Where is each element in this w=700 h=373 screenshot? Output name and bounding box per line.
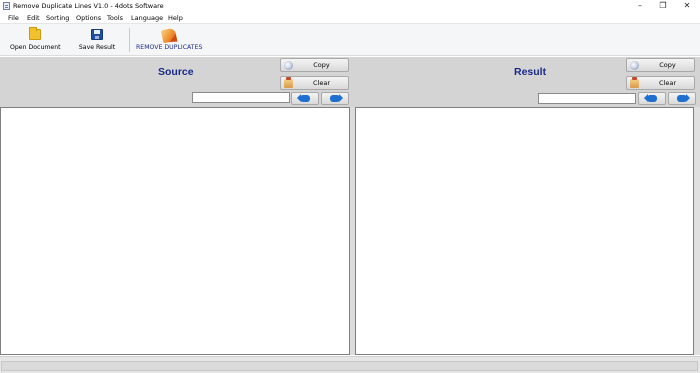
result-title: Result — [514, 66, 547, 78]
close-button[interactable]: ✕ — [677, 0, 697, 12]
menu-file[interactable]: File — [8, 14, 19, 22]
title-bar: Remove Duplicate Lines V1.0 - 4dots Soft… — [0, 0, 700, 12]
source-next-button[interactable] — [321, 92, 349, 105]
arrow-left-icon — [297, 94, 310, 102]
open-document-button[interactable]: Open Document — [10, 27, 61, 53]
result-copy-label: Copy — [659, 61, 676, 69]
menu-language[interactable]: Language — [131, 14, 163, 22]
status-panel — [1, 361, 698, 371]
restore-button[interactable]: ❐ — [653, 0, 673, 12]
right-edge — [694, 107, 700, 355]
arrow-right-icon — [677, 94, 690, 102]
save-result-label: Save Result — [78, 44, 116, 51]
source-header: Source Copy Clear — [0, 57, 350, 107]
result-search-input[interactable] — [538, 93, 636, 104]
arrow-left-icon — [644, 94, 657, 102]
toolbar-separator — [129, 28, 130, 52]
save-result-button[interactable]: Save Result — [78, 27, 116, 53]
source-textarea[interactable] — [0, 107, 350, 355]
remove-duplicates-label: REMOVE DUPLICATES — [136, 44, 203, 51]
result-clear-button[interactable]: Clear — [626, 76, 695, 90]
source-search-input[interactable] — [192, 92, 290, 103]
floppy-disk-icon — [91, 29, 103, 40]
clear-icon — [284, 77, 293, 88]
minimize-button[interactable]: – — [630, 0, 650, 12]
result-header: Result Copy Clear — [350, 57, 700, 107]
source-prev-button[interactable] — [291, 92, 319, 105]
status-bar — [0, 356, 700, 373]
menu-tools[interactable]: Tools — [107, 14, 123, 22]
source-copy-label: Copy — [313, 61, 330, 69]
menu-help[interactable]: Help — [168, 14, 183, 22]
app-icon — [3, 2, 10, 10]
open-document-label: Open Document — [10, 44, 61, 51]
menu-edit[interactable]: Edit — [27, 14, 40, 22]
source-clear-label: Clear — [313, 79, 330, 87]
result-copy-button[interactable]: Copy — [626, 58, 695, 72]
menu-options[interactable]: Options — [76, 14, 101, 22]
clear-icon — [630, 77, 639, 88]
remove-duplicates-button[interactable]: REMOVE DUPLICATES — [136, 27, 202, 53]
remove-duplicates-icon — [160, 27, 178, 44]
copy-icon — [284, 61, 293, 70]
result-textarea[interactable] — [355, 107, 694, 355]
arrow-right-icon — [330, 94, 343, 102]
result-next-button[interactable] — [668, 92, 696, 105]
copy-icon — [630, 61, 639, 70]
source-copy-button[interactable]: Copy — [280, 58, 349, 72]
menu-bar: File Edit Sorting Options Tools Language… — [0, 12, 700, 23]
source-title: Source — [158, 66, 194, 78]
folder-icon — [29, 27, 41, 40]
window-title: Remove Duplicate Lines V1.0 - 4dots Soft… — [13, 2, 164, 10]
toolbar: Open Document Save Result REMOVE DUPLICA… — [0, 23, 700, 56]
menu-sorting[interactable]: Sorting — [46, 14, 69, 22]
source-clear-button[interactable]: Clear — [280, 76, 349, 90]
result-clear-label: Clear — [659, 79, 676, 87]
result-prev-button[interactable] — [638, 92, 666, 105]
